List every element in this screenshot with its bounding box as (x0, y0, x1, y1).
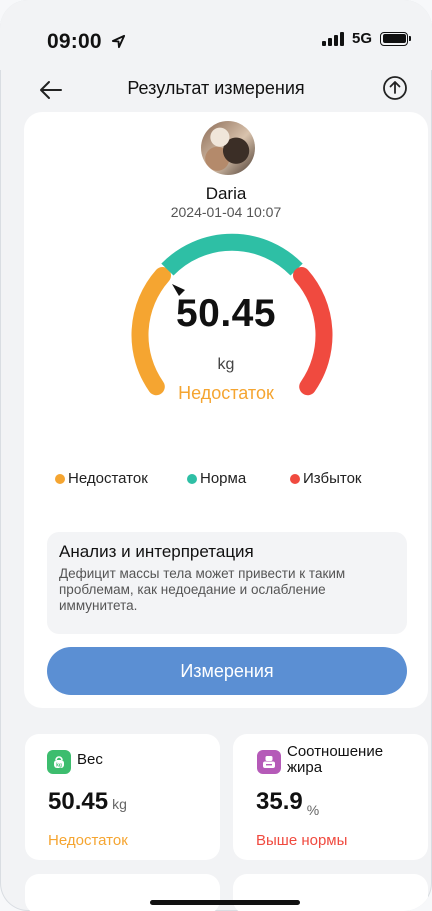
metric-value-body-fat: 35.9% (256, 788, 319, 818)
metric-card-body-fat[interactable]: Соотношение жира 35.9% Выше нормы (233, 734, 428, 860)
result-card: Daria 2024-01-04 10:07 50.45 kg Недостат… (24, 112, 428, 708)
legend-dot-normal (187, 473, 197, 484)
signal-icon (321, 31, 344, 46)
analysis-box: Анализ и интерпретация Дефицит массы тел… (47, 532, 407, 634)
phone-screen: 09:00 5G Результат измерения Daria 2024-… (0, 0, 432, 911)
metric-status-body-fat: Выше нормы (256, 832, 348, 849)
body-fat-icon (257, 750, 281, 774)
metric-number-weight: 50.45 (48, 788, 109, 815)
analysis-text: Дефицит массы тела может привести к таки… (59, 566, 346, 613)
battery-icon (380, 31, 411, 46)
legend-label-normal: Норма (200, 470, 247, 487)
avatar[interactable] (201, 121, 255, 175)
location-arrow-icon (111, 34, 125, 49)
status-time: 09:00 (47, 30, 126, 54)
measurements-button[interactable]: Измерения (47, 647, 407, 695)
metric-label-weight: Вес (77, 751, 103, 768)
legend-item-normal: Норма (187, 470, 246, 487)
metric-status-weight: Недостаток (48, 832, 128, 849)
metric-unit-weight: kg (112, 796, 127, 812)
metric-label-body-fat: Соотношение жира (287, 743, 384, 776)
legend-item-low: Недостаток (55, 470, 148, 487)
gauge-unit: kg (217, 356, 235, 373)
home-indicator (150, 900, 300, 905)
status-time-text: 09:00 (47, 30, 102, 53)
legend-item-high: Избыток (290, 470, 361, 487)
metric-card-partial[interactable] (25, 874, 220, 911)
header: Результат измерения (0, 70, 432, 112)
legend-dot-low (55, 473, 65, 484)
gauge-legend: Недостаток Норма Избыток (55, 470, 415, 490)
status-bar: 09:00 5G (0, 0, 432, 70)
gauge-status: Недостаток (178, 383, 274, 403)
metric-value-weight: 50.45 kg (48, 788, 127, 816)
metric-card-weight[interactable]: kg Вес 50.45 kg Недостаток (25, 734, 220, 860)
share-icon (383, 76, 407, 100)
metric-unit-body-fat: % (306, 802, 320, 818)
kettlebell-icon: kg (47, 750, 71, 774)
analysis-title: Анализ и интерпретация (59, 542, 254, 561)
svg-text:kg: kg (56, 762, 62, 768)
gauge-arc-normal (161, 233, 303, 276)
status-icons: 5G (321, 30, 411, 47)
measurement-date: 2024-01-04 10:07 (170, 204, 282, 220)
page-title: Результат измерения (127, 78, 305, 98)
share-button[interactable] (380, 73, 410, 103)
metric-number-body-fat: 35.9 (256, 788, 303, 815)
legend-label-low: Недостаток (68, 470, 148, 487)
legend-label-high: Избыток (303, 470, 362, 487)
legend-dot-high (290, 473, 300, 484)
network-label: 5G (351, 30, 372, 47)
gauge-value: 50.45 (175, 292, 277, 335)
metric-card-partial[interactable] (233, 874, 428, 911)
user-name: Daria (205, 184, 247, 203)
